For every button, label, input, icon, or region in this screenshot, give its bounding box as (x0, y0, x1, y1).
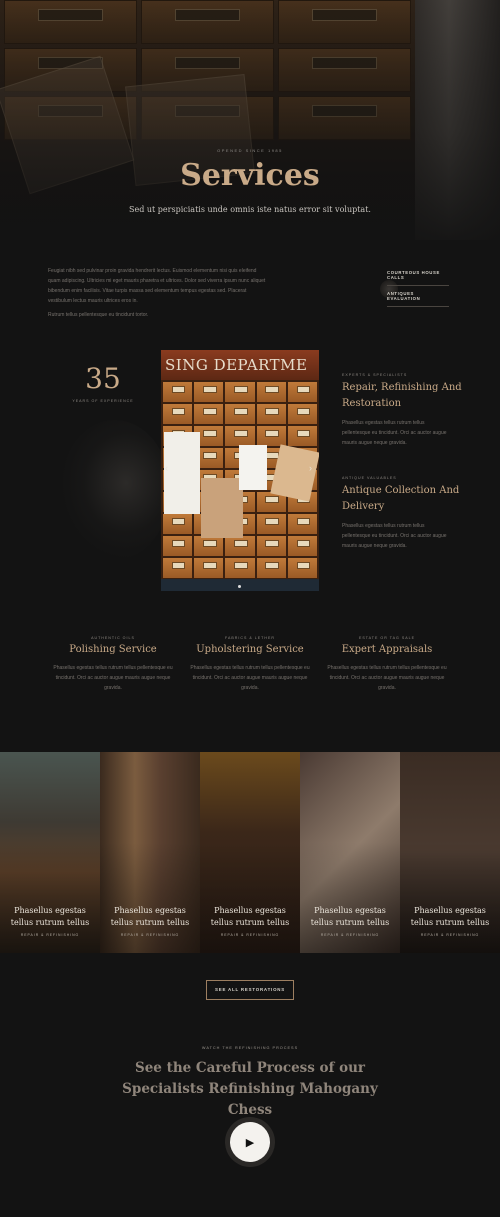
gallery-caption: Phasellus egestas tellus rutrum tellus (10, 906, 90, 927)
service-description: Phasellus egestas tellus rutrum tellus p… (342, 420, 447, 446)
intro-paragraph: Feugiat nibh sed pulvinar proin gravida … (48, 268, 266, 304)
gallery-caption: Phasellus egestas tellus rutrum tellus (110, 906, 190, 927)
gallery-caption: Phasellus egestas tellus rutrum tellus (310, 906, 390, 927)
service-title: Repair, Refinishing And Restoration (342, 382, 462, 409)
service-kicker: ANTIQUE VALUABLES (342, 476, 397, 480)
service-card-polishing: AUTHENTIC OILS Polishing Service Phasell… (48, 636, 178, 693)
cabinet-photo-slider[interactable]: SING DEPARTME ‹ › (161, 350, 319, 591)
see-all-restorations-button[interactable]: SEE ALL RESTORATIONS (206, 980, 294, 1000)
service-card-upholstering: FABRICS & LETHER Upholstering Service Ph… (185, 636, 315, 693)
hero-section: OPENED SINCE 1985 Services Sed ut perspi… (0, 0, 500, 240)
restorations-gallery: Phasellus egestas tellus rutrum tellus RE… (0, 752, 500, 953)
gallery-category: REPAIR & REFINISHING (220, 933, 280, 937)
service-description: Phasellus egestas tellus rutrum tellus p… (342, 523, 447, 549)
service-title: Antique Collection And Delivery (342, 485, 460, 512)
courteous-house-calls-link[interactable]: COURTEOUS HOUSE CALLS (387, 270, 449, 286)
gallery-category: REPAIR & REFINISHING (320, 933, 380, 937)
kraft-bag-image (201, 478, 243, 538)
hero-kicker: OPENED SINCE 1985 (217, 148, 283, 153)
service-description: Phasellus egestas tellus rutrum tellus p… (53, 665, 173, 691)
play-video-button[interactable]: ▶ (230, 1122, 270, 1162)
chevron-left-icon[interactable]: ‹ (165, 463, 168, 473)
gallery-category: REPAIR & REFINISHING (20, 933, 80, 937)
service-description: Phasellus egestas tellus rutrum tellus p… (190, 665, 310, 691)
gallery-category: REPAIR & REFINISHING (420, 933, 480, 937)
service-title: Upholstering Service (196, 644, 304, 655)
white-bag-image (164, 432, 200, 514)
process-title: See the Careful Process of our Specialis… (122, 1060, 378, 1118)
service-card-appraisals: ESTATE OR TAG SALE Expert Appraisals Pha… (322, 636, 452, 693)
page-title: Services (180, 158, 320, 193)
gallery-caption: Phasellus egestas tellus rutrum tellus (210, 906, 290, 927)
years-stat-label: YEARS OF EXPERIENCE (72, 399, 134, 403)
gallery-category: REPAIR & REFINISHING (120, 933, 180, 937)
service-kicker: ESTATE OR TAG SALE (358, 636, 416, 640)
hero-subtitle: Sed ut perspiciatis unde omnis iste natu… (129, 205, 371, 214)
antiques-evaluation-link[interactable]: ANTIQUES EVALUATION (387, 291, 449, 307)
slider-dot[interactable] (238, 585, 241, 588)
service-title: Polishing Service (69, 644, 157, 655)
gallery-tile[interactable]: Phasellus egestas tellus rutrum tellus RE… (100, 752, 200, 953)
play-icon: ▶ (245, 1136, 255, 1149)
gallery-tile[interactable]: Phasellus egestas tellus rutrum tellus RE… (400, 752, 500, 953)
gallery-tile[interactable]: Phasellus egestas tellus rutrum tellus RE… (0, 752, 100, 953)
white-bag-image (239, 445, 267, 490)
gallery-tile[interactable]: Phasellus egestas tellus rutrum tellus RE… (200, 752, 300, 953)
process-kicker: WATCH THE REFINISHING PROCESS (201, 1046, 299, 1050)
gallery-tile[interactable]: Phasellus egestas tellus rutrum tellus RE… (300, 752, 400, 953)
years-stat-number: 35 (85, 362, 121, 395)
service-kicker: FABRICS & LETHER (225, 636, 275, 640)
gallery-caption: Phasellus egestas tellus rutrum tellus (410, 906, 490, 927)
decorative-dust (60, 420, 170, 560)
service-kicker: EXPERTS & SPECIALISTS (342, 373, 408, 377)
chevron-right-icon[interactable]: › (309, 463, 312, 473)
department-sign: SING DEPARTME (161, 350, 319, 380)
intro-paragraph-secondary: Rutrum tellus pellentesque eu tincidunt … (48, 312, 149, 318)
service-kicker: AUTHENTIC OILS (91, 636, 135, 640)
service-title: Expert Appraisals (341, 644, 433, 655)
service-description: Phasellus egestas tellus rutrum tellus p… (327, 665, 447, 691)
